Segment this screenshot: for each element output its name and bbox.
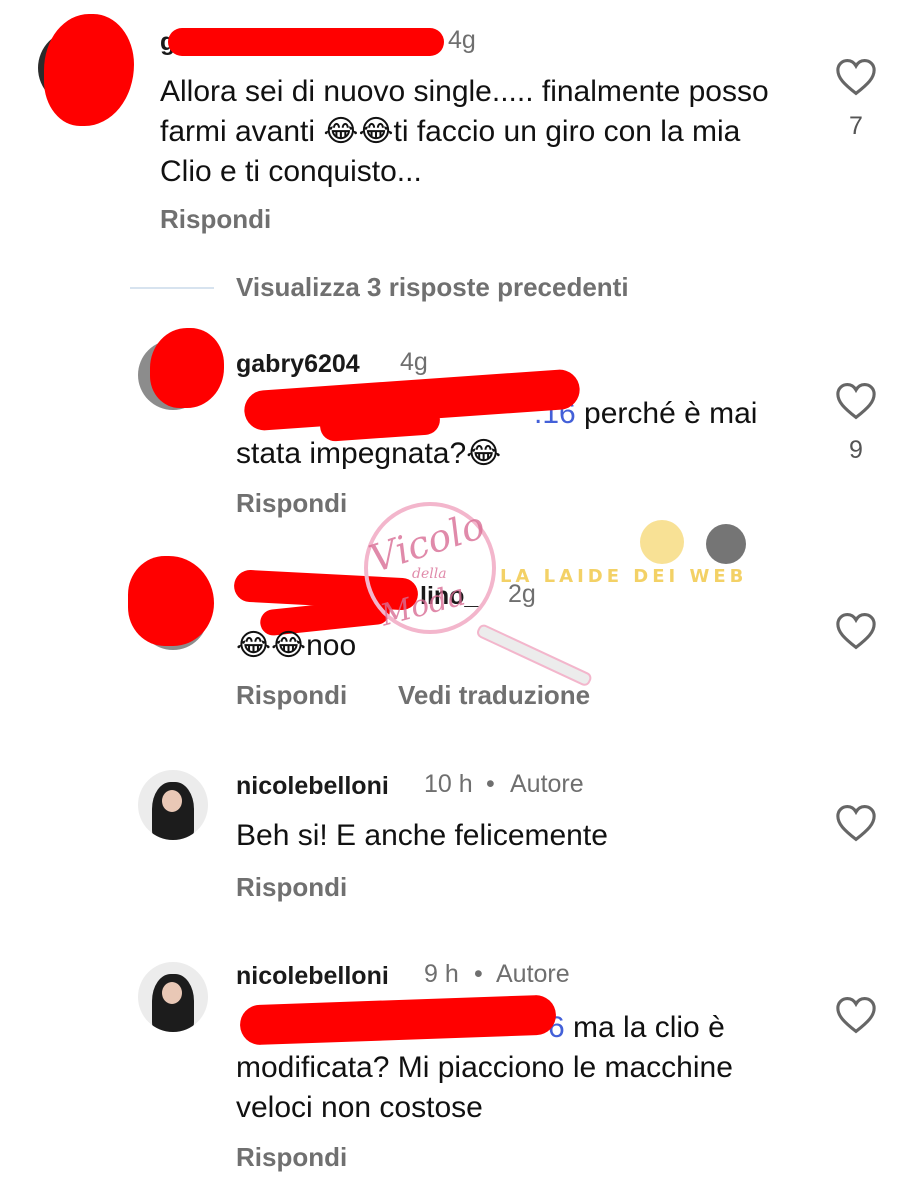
comment-time: 10 h bbox=[424, 770, 473, 798]
comment-text: Allora sei di nuovo single..... finalmen… bbox=[160, 75, 769, 188]
reply-button[interactable]: Rispondi bbox=[236, 488, 347, 519]
comment-time: 4g bbox=[400, 348, 428, 376]
see-translation-button[interactable]: Vedi traduzione bbox=[398, 680, 590, 711]
avatar[interactable] bbox=[138, 962, 208, 1032]
replies-divider bbox=[130, 287, 214, 289]
heart-outline-icon[interactable] bbox=[835, 58, 877, 96]
username[interactable]: nicolebelloni bbox=[236, 772, 389, 801]
redaction-mark bbox=[128, 556, 214, 646]
view-previous-replies-button[interactable]: Visualizza 3 risposte precedenti bbox=[236, 272, 629, 303]
meta-separator: • bbox=[486, 770, 495, 798]
avatar-face bbox=[162, 982, 182, 1004]
reply-button[interactable]: Rispondi bbox=[236, 872, 347, 903]
heart-outline-icon[interactable] bbox=[835, 612, 877, 650]
redaction-mark bbox=[44, 14, 134, 126]
watermark-small-text: della bbox=[412, 566, 447, 582]
reply-button[interactable]: Rispondi bbox=[160, 204, 271, 235]
watermark-banner: LA LAIDE DEI WEB bbox=[500, 566, 748, 587]
username[interactable]: nicolebelloni bbox=[236, 962, 389, 991]
watermark-cartoon-face bbox=[706, 524, 746, 564]
heart-outline-icon[interactable] bbox=[835, 382, 877, 420]
watermark-cartoon-face bbox=[640, 520, 684, 564]
comment-time: 4g bbox=[448, 26, 476, 54]
avatar[interactable] bbox=[138, 770, 208, 840]
comment-time: 9 h bbox=[424, 960, 459, 988]
redaction-mark bbox=[168, 28, 444, 56]
author-badge: Autore bbox=[510, 770, 584, 798]
username[interactable]: gabry6204 bbox=[236, 350, 360, 379]
heart-outline-icon[interactable] bbox=[835, 996, 877, 1034]
reply-button[interactable]: Rispondi bbox=[236, 680, 347, 711]
comment-text: Beh si! E anche felicemente bbox=[236, 819, 608, 852]
reply-button[interactable]: Rispondi bbox=[236, 1142, 347, 1173]
heart-outline-icon[interactable] bbox=[835, 804, 877, 842]
meta-separator: • bbox=[474, 960, 483, 988]
avatar-face bbox=[162, 790, 182, 812]
author-badge: Autore bbox=[496, 960, 570, 988]
like-count: 9 bbox=[849, 436, 863, 464]
redaction-mark bbox=[150, 328, 224, 408]
like-count: 7 bbox=[849, 112, 863, 140]
